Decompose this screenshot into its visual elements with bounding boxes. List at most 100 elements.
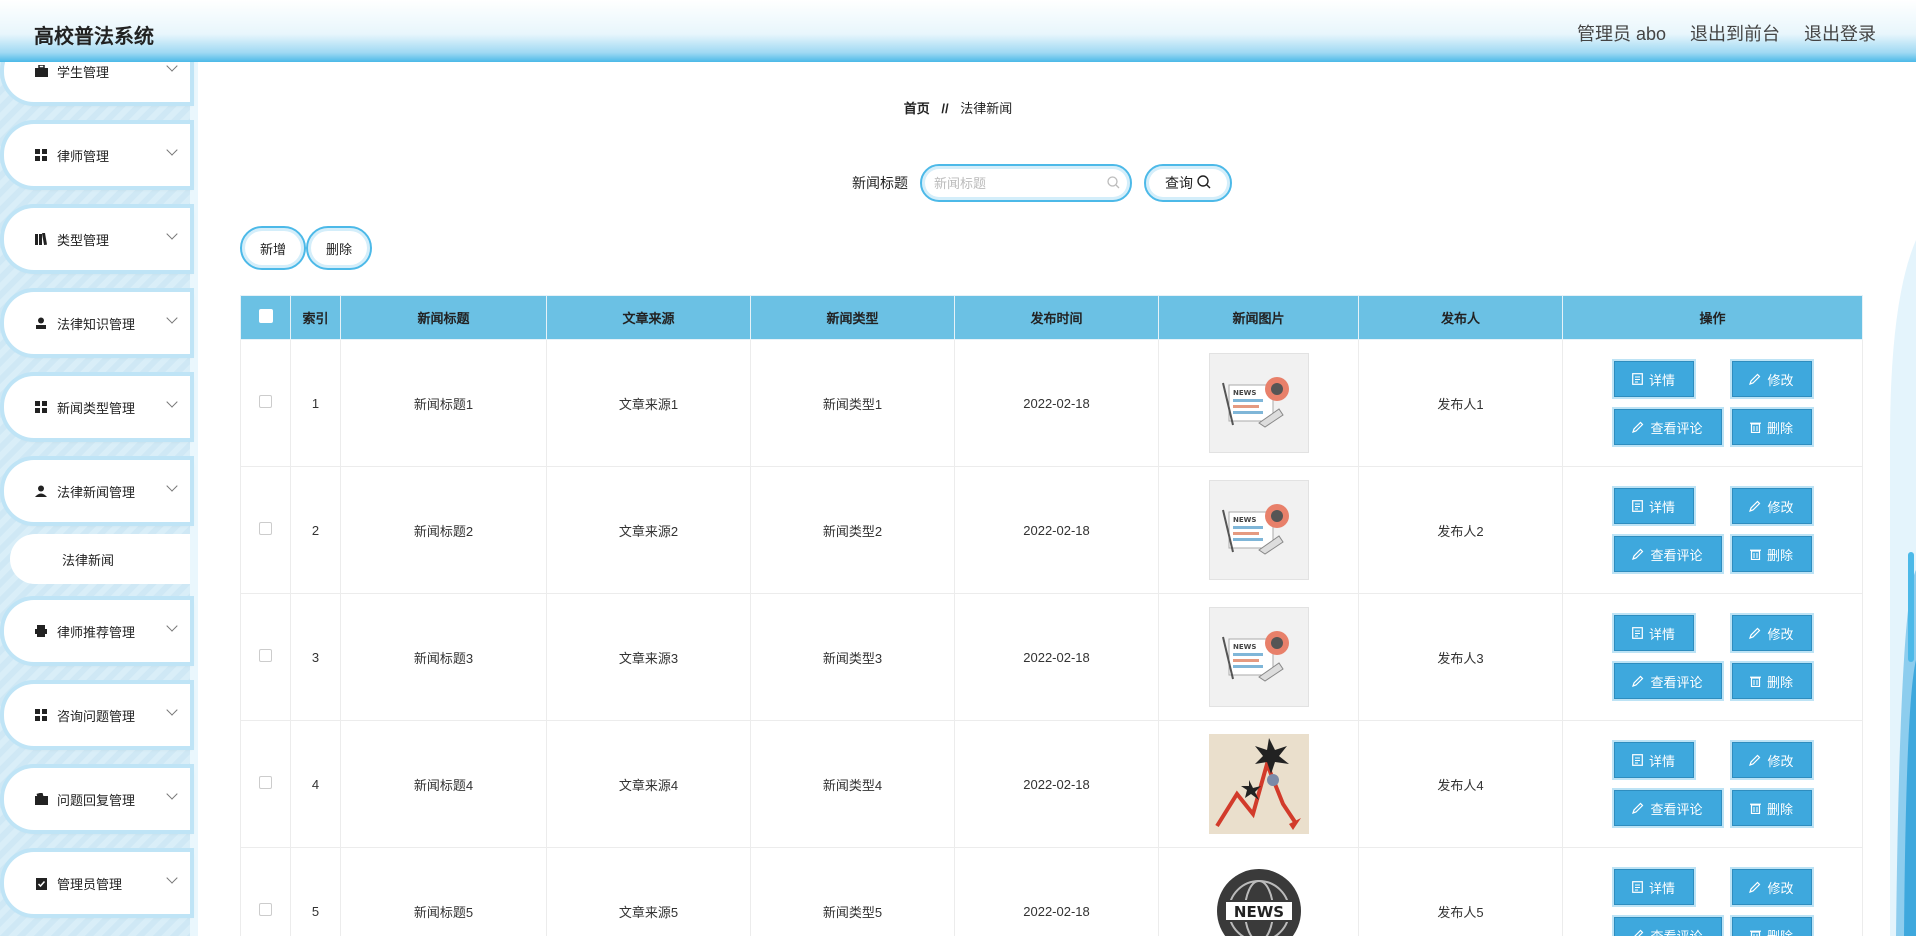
view-comments-button[interactable]: 查看评论: [1613, 663, 1722, 699]
search-icon: [1107, 176, 1120, 194]
ops-cell: 详情 修改 查看评论 删除: [1562, 720, 1863, 848]
sidebar-item-consult-questions[interactable]: 咨询问题管理: [4, 684, 190, 746]
sidebar-item-types[interactable]: 类型管理: [4, 208, 190, 270]
delete-selected-button[interactable]: 删除: [306, 226, 372, 270]
delete-button[interactable]: 删除: [1731, 917, 1812, 936]
index-cell: 5: [290, 847, 341, 936]
column-header[interactable]: 文章来源: [546, 295, 751, 340]
sidebar-item-label: 咨询问题管理: [57, 708, 136, 724]
sidebar-subitem-law-news[interactable]: 法律新闻: [10, 534, 190, 584]
row-checkbox[interactable]: [259, 522, 272, 535]
date-cell: 2022-02-18: [954, 339, 1159, 467]
books-icon: [34, 232, 48, 246]
add-button[interactable]: 新增: [240, 226, 306, 270]
button-label: 删除: [1766, 801, 1793, 817]
index-cell: 2: [290, 466, 341, 594]
row-checkbox[interactable]: [259, 649, 272, 662]
detail-button[interactable]: 详情: [1613, 361, 1694, 397]
edit-button[interactable]: 修改: [1731, 488, 1812, 524]
column-header[interactable]: 索引: [290, 295, 341, 340]
grid-icon: [34, 708, 48, 722]
column-header[interactable]: 新闻标题: [340, 295, 547, 340]
sidebar-item-students[interactable]: 学生管理: [4, 62, 190, 102]
view-comments-button[interactable]: 查看评论: [1613, 409, 1722, 445]
search-input[interactable]: [934, 175, 1094, 191]
row-checkbox[interactable]: [259, 776, 272, 789]
date-cell: 2022-02-18: [954, 847, 1159, 936]
delete-button[interactable]: 删除: [1731, 663, 1812, 699]
document-icon: [1632, 373, 1643, 385]
exit-to-front-link[interactable]: 退出到前台: [1690, 20, 1780, 46]
delete-button[interactable]: 删除: [1731, 409, 1812, 445]
svg-text:NEWS: NEWS: [1233, 389, 1256, 397]
detail-button[interactable]: 详情: [1613, 615, 1694, 651]
sidebar-item-law-news[interactable]: 法律新闻管理: [4, 460, 190, 522]
scrollbar-thumb[interactable]: [1908, 552, 1914, 662]
vertical-scrollbar[interactable]: [1906, 62, 1914, 936]
view-comments-button[interactable]: 查看评论: [1613, 536, 1722, 572]
pencil-icon: [1749, 881, 1761, 893]
image-cell: NEWS: [1158, 339, 1359, 467]
sidebar-item-admins[interactable]: 管理员管理: [4, 852, 190, 914]
detail-button[interactable]: 详情: [1613, 488, 1694, 524]
button-label: 详情: [1648, 753, 1675, 769]
logout-link[interactable]: 退出登录: [1804, 20, 1876, 46]
current-user[interactable]: 管理员 abo: [1577, 20, 1666, 46]
news-image[interactable]: [1208, 734, 1309, 834]
row-actions: 详情 修改 查看评论 删除: [1563, 615, 1862, 699]
breadcrumb-home[interactable]: 首页: [904, 101, 930, 116]
table-header-row: 索引 新闻标题 文章来源 新闻类型 发布时间 新闻图片 发布人 操作: [240, 295, 1863, 340]
ops-cell: 详情 修改 查看评论 删除: [1562, 847, 1863, 936]
row-checkbox[interactable]: [259, 395, 272, 408]
image-cell: NEWS: [1158, 593, 1359, 721]
row-actions: 详情 修改 查看评论 删除: [1563, 361, 1862, 445]
sidebar-item-label: 法律知识管理: [57, 316, 136, 332]
button-label: 删除: [1766, 928, 1793, 936]
document-icon: [1632, 754, 1643, 766]
detail-button[interactable]: 详情: [1613, 742, 1694, 778]
news-image[interactable]: NEWS: [1208, 607, 1309, 707]
sidebar-item-lawyers[interactable]: 律师管理: [4, 124, 190, 186]
source-cell: 文章来源1: [546, 339, 751, 467]
edit-button[interactable]: 修改: [1731, 869, 1812, 905]
query-button[interactable]: 查询: [1144, 164, 1232, 202]
ops-cell: 详情 修改 查看评论 删除: [1562, 466, 1863, 594]
sidebar-item-label: 学生管理: [57, 64, 110, 80]
row-select-cell: [240, 339, 291, 467]
sidebar-item-lawyer-recommend[interactable]: 律师推荐管理: [4, 600, 190, 662]
chevron-down-icon: [166, 704, 178, 716]
column-header[interactable]: 发布时间: [954, 295, 1159, 340]
delete-button[interactable]: 删除: [1731, 536, 1812, 572]
row-actions: 详情 修改 查看评论 删除: [1563, 488, 1862, 572]
column-header[interactable]: 新闻图片: [1158, 295, 1359, 340]
detail-button[interactable]: 详情: [1613, 869, 1694, 905]
date-cell: 2022-02-18: [954, 720, 1159, 848]
index-cell: 4: [290, 720, 341, 848]
sidebar-item-question-replies[interactable]: 问题回复管理: [4, 768, 190, 830]
row-checkbox[interactable]: [259, 903, 272, 916]
button-label: 修改: [1767, 880, 1794, 896]
delete-button[interactable]: 删除: [1731, 790, 1812, 826]
news-image[interactable]: NEWS: [1208, 353, 1309, 453]
document-icon: [1632, 500, 1643, 512]
sidebar-item-label: 问题回复管理: [57, 792, 136, 808]
trash-icon: [1749, 930, 1761, 936]
type-cell: 新闻类型3: [750, 593, 955, 721]
sidebar-item-news-types[interactable]: 新闻类型管理: [4, 376, 190, 438]
view-comments-button[interactable]: 查看评论: [1613, 917, 1722, 936]
news-image[interactable]: NEWS: [1208, 861, 1309, 936]
edit-button[interactable]: 修改: [1731, 615, 1812, 651]
button-label: 修改: [1767, 372, 1794, 388]
edit-button[interactable]: 修改: [1731, 361, 1812, 397]
button-label: 修改: [1767, 753, 1794, 769]
news-image[interactable]: NEWS: [1208, 480, 1309, 580]
edit-button[interactable]: 修改: [1731, 742, 1812, 778]
row-actions: 详情 修改 查看评论 删除: [1563, 869, 1862, 936]
column-header[interactable]: 新闻类型: [750, 295, 955, 340]
wallet-icon: [34, 792, 48, 806]
column-header[interactable]: 发布人: [1358, 295, 1563, 340]
sidebar-item-law-knowledge[interactable]: 法律知识管理: [4, 292, 190, 354]
sidebar-item-label: 管理员管理: [57, 876, 123, 892]
select-all-checkbox[interactable]: [258, 309, 273, 323]
view-comments-button[interactable]: 查看评论: [1613, 790, 1722, 826]
